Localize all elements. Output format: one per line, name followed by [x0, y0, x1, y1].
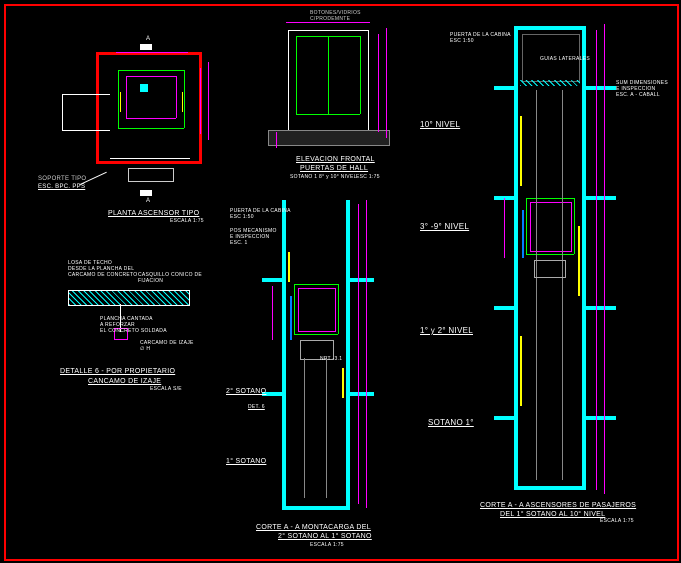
sl-title: CORTE A - A MONTACARGA DEL — [256, 524, 371, 531]
d6-title: DETALLE 6 - POR PROPIETARIO — [60, 368, 175, 375]
d6-note8: EL CONCRETO SOLDADA — [100, 328, 167, 334]
sr-subtitle: DEL 1° SOTANO AL 10° NIVEL — [500, 511, 605, 518]
sl-l2: 2° SOTANO — [226, 388, 266, 395]
sl-door-s: ESC 1:50 — [230, 214, 254, 220]
d6-rod2: ∅ H — [140, 346, 150, 352]
elev-scale: ESC 1:75 — [356, 174, 380, 180]
section-mark-bottom: A — [146, 198, 150, 204]
sl-scale: ESCALA 1:75 — [310, 542, 344, 548]
sl-det: DET. 6 — [248, 404, 265, 410]
sr-door2: ESC 1:50 — [450, 38, 474, 44]
sl-motor3: ESC. 1 — [230, 240, 248, 246]
plan-title: PLANTA ASCENSOR TIPO — [108, 210, 199, 217]
d6-note5: FIJACION — [138, 278, 163, 284]
d6-scale: ESCALA S/E — [150, 386, 182, 392]
sr-l10: 10° NIVEL — [420, 120, 460, 129]
elev-title: ELEVACION FRONTAL — [296, 156, 375, 163]
elev-range: SOTANO 1 8° y 10° NIVEL — [290, 174, 357, 180]
sl-npt: NPT -3.1 — [320, 356, 342, 362]
sr-l39: 3° -9° NIVEL — [420, 222, 469, 231]
plan-note-detail: ESC. BPC. PPS — [38, 184, 85, 190]
sr-title: CORTE A - A ASCENSORES DE PASAJEROS — [480, 502, 636, 509]
sl-l1: 1° SOTANO — [226, 458, 266, 465]
viewport-highlight — [96, 52, 202, 164]
sr-scale: ESCALA 1:75 — [600, 518, 634, 524]
sr-rail: GUIAS LATERALES — [540, 56, 590, 62]
button-panel-icon — [140, 84, 148, 92]
elev-subtitle: PUERTAS DE HALL — [300, 165, 368, 172]
plan-note-label: SOPORTE TIPO — [38, 176, 86, 182]
sl-subtitle: 2° SOTANO AL 1° SOTANO — [278, 533, 372, 540]
section-mark-top: A — [146, 36, 150, 42]
d6-note3: CARCAMO DE CONCRETO — [68, 272, 138, 278]
sr-ls1: SOTANO 1° — [428, 418, 474, 427]
d6-subtitle: CANCAMO DE IZAJE — [88, 378, 161, 385]
plan-scale: ESCALA 1:75 — [170, 218, 204, 224]
sr-l12: 1° y 2° NIVEL — [420, 326, 473, 335]
elev-header2: C/PRODEMNTE — [310, 16, 350, 22]
sr-side3: ESC. A - CABALL — [616, 92, 660, 98]
